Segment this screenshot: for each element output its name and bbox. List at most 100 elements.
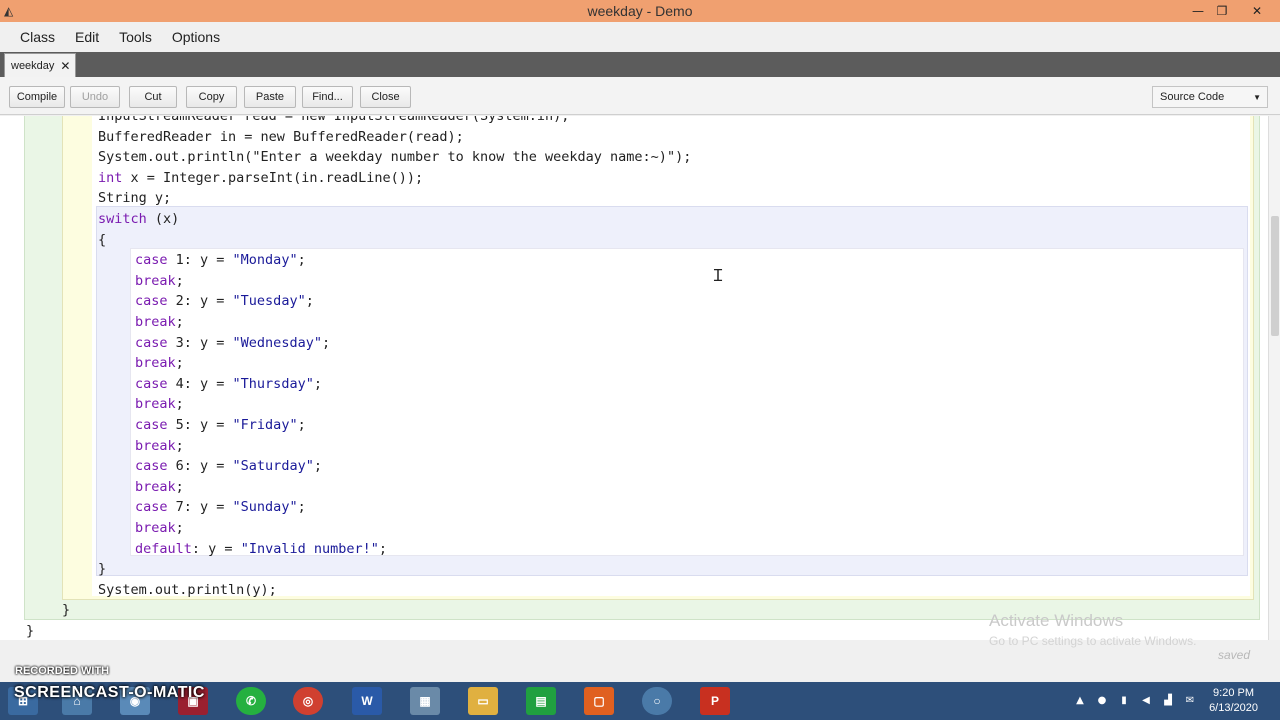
find-button[interactable]: Find... bbox=[302, 86, 353, 108]
code-text: { bbox=[98, 231, 107, 248]
code-keyword: int bbox=[98, 169, 123, 186]
tray-app-icon[interactable]: ● bbox=[1096, 694, 1108, 706]
code-line[interactable]: break; bbox=[135, 394, 184, 414]
code-text: 6: y = bbox=[167, 458, 233, 475]
bluej-task-icon[interactable]: ▢ bbox=[584, 687, 614, 715]
code-line[interactable]: case 5: y = "Friday"; bbox=[135, 415, 306, 435]
calculator-icon[interactable]: ▦ bbox=[410, 687, 440, 715]
code-keyword: case bbox=[135, 458, 168, 475]
code-text: x = Integer.parseInt(in.readLine()); bbox=[122, 169, 424, 186]
code-line[interactable]: String y; bbox=[98, 188, 171, 208]
code-keyword: case bbox=[135, 499, 168, 516]
scrollbar-thumb[interactable] bbox=[1271, 216, 1279, 336]
code-line[interactable]: } bbox=[26, 621, 34, 640]
loading-icon[interactable]: ○ bbox=[642, 687, 672, 715]
restore-icon[interactable]: ❐ bbox=[1210, 0, 1234, 22]
tab-label: weekday bbox=[11, 59, 55, 72]
code-keyword: case bbox=[135, 375, 168, 392]
menu-options[interactable]: Options bbox=[162, 29, 230, 45]
code-keyword: break bbox=[135, 314, 176, 330]
compile-button[interactable]: Compile bbox=[9, 86, 65, 108]
code-keyword: case bbox=[135, 252, 168, 269]
code-line[interactable]: } bbox=[62, 600, 70, 620]
vertical-scrollbar[interactable] bbox=[1268, 116, 1280, 640]
code-text: InputStreamReader read = new InputStream… bbox=[98, 116, 570, 124]
code-text: ; bbox=[313, 458, 322, 475]
paste-button[interactable]: Paste bbox=[244, 86, 296, 108]
folder-icon[interactable]: ▭ bbox=[468, 687, 498, 715]
code-text: BufferedReader in = new BufferedReader(r… bbox=[98, 128, 464, 145]
tray-up-arrow-icon[interactable]: ▲ bbox=[1074, 694, 1086, 706]
code-line[interactable]: case 4: y = "Thursday"; bbox=[135, 374, 322, 394]
code-line[interactable]: case 2: y = "Tuesday"; bbox=[135, 291, 314, 311]
code-line[interactable]: System.out.println("Enter a weekday numb… bbox=[98, 147, 691, 167]
powerpoint-icon[interactable]: P bbox=[700, 687, 730, 715]
saved-status: saved bbox=[1218, 648, 1251, 662]
code-string: "Monday" bbox=[232, 252, 298, 269]
code-line[interactable]: default: y = "Invalid number!"; bbox=[135, 539, 387, 559]
code-line[interactable]: case 1: y = "Monday"; bbox=[135, 250, 306, 270]
minimize-icon[interactable]: — bbox=[1186, 0, 1210, 22]
code-text: 5: y = bbox=[167, 417, 233, 433]
code-text: } bbox=[26, 623, 35, 639]
clock[interactable]: 9:20 PM 6/13/2020 bbox=[1209, 686, 1258, 716]
code-line[interactable]: System.out.println(y); bbox=[98, 580, 277, 600]
copy-button[interactable]: Copy bbox=[186, 86, 237, 108]
view-select-value: Source Code bbox=[1160, 91, 1225, 103]
word-icon[interactable]: W bbox=[352, 687, 382, 715]
undo-button[interactable]: Undo bbox=[70, 86, 120, 108]
store-icon[interactable]: ▤ bbox=[526, 687, 556, 715]
code-line[interactable]: int x = Integer.parseInt(in.readLine()); bbox=[98, 168, 423, 188]
code-keyword: break bbox=[135, 437, 176, 454]
code-text: ; bbox=[297, 499, 306, 516]
code-line[interactable]: BufferedReader in = new BufferedReader(r… bbox=[98, 127, 464, 147]
code-line[interactable]: InputStreamReader read = new InputStream… bbox=[98, 116, 569, 126]
code-line[interactable]: case 6: y = "Saturday"; bbox=[135, 456, 322, 476]
menu-edit[interactable]: Edit bbox=[65, 29, 109, 45]
code-line[interactable]: break; bbox=[135, 436, 184, 456]
code-string: "Invalid number!" bbox=[240, 540, 379, 557]
volume-icon[interactable]: ◀ bbox=[1140, 694, 1152, 706]
code-text: 3: y = bbox=[167, 334, 233, 351]
code-text: ; bbox=[175, 314, 184, 330]
network-icon[interactable]: ▟ bbox=[1162, 694, 1174, 706]
code-editor[interactable]: InputStreamReader read = new InputStream… bbox=[0, 116, 1280, 640]
code-string: "Sunday" bbox=[232, 499, 298, 516]
code-line[interactable]: break; bbox=[135, 477, 184, 497]
menu-class[interactable]: Class bbox=[10, 29, 65, 45]
code-text: String y; bbox=[98, 190, 172, 207]
whatsapp-icon[interactable]: ✆ bbox=[236, 687, 266, 715]
code-text: ; bbox=[175, 272, 184, 289]
code-keyword: case bbox=[135, 334, 168, 351]
tray-battery-icon[interactable]: ▮ bbox=[1118, 694, 1130, 706]
code-line[interactable]: { bbox=[98, 230, 106, 250]
menu-tools[interactable]: Tools bbox=[109, 29, 162, 45]
code-text: ; bbox=[321, 334, 331, 351]
code-line[interactable]: break; bbox=[135, 518, 184, 538]
code-keyword: case bbox=[135, 417, 168, 433]
code-line[interactable]: switch (x) bbox=[98, 209, 179, 229]
code-string: "Thursday" bbox=[232, 375, 314, 392]
action-center-icon[interactable]: ✉ bbox=[1184, 694, 1196, 706]
close-icon[interactable]: ✕ bbox=[1245, 0, 1269, 22]
code-line[interactable]: case 3: y = "Wednesday"; bbox=[135, 333, 330, 353]
code-line[interactable]: break; bbox=[135, 271, 184, 291]
cut-button[interactable]: Cut bbox=[129, 86, 177, 108]
code-text: ; bbox=[297, 252, 306, 269]
clock-time: 9:20 PM bbox=[1213, 687, 1255, 699]
code-text: } bbox=[62, 602, 71, 619]
code-line[interactable]: break; bbox=[135, 312, 184, 332]
tab-close-icon[interactable]: ✕ bbox=[60, 59, 70, 73]
code-keyword: break bbox=[135, 396, 176, 413]
code-line[interactable]: break; bbox=[135, 353, 184, 373]
code-text: ; bbox=[175, 478, 184, 495]
code-line[interactable]: } bbox=[98, 559, 106, 579]
tab-weekday[interactable]: weekday ✕ bbox=[4, 53, 76, 77]
text-cursor-icon: Ｉ bbox=[710, 266, 727, 285]
close-button[interactable]: Close bbox=[360, 86, 411, 108]
view-select[interactable]: Source Code ▼ bbox=[1152, 86, 1268, 108]
menu-bar: Class Edit Tools Options bbox=[0, 22, 1280, 52]
code-line[interactable]: case 7: y = "Sunday"; bbox=[135, 497, 306, 517]
chrome-icon[interactable]: ◎ bbox=[293, 687, 323, 715]
code-text: (x) bbox=[146, 211, 180, 227]
